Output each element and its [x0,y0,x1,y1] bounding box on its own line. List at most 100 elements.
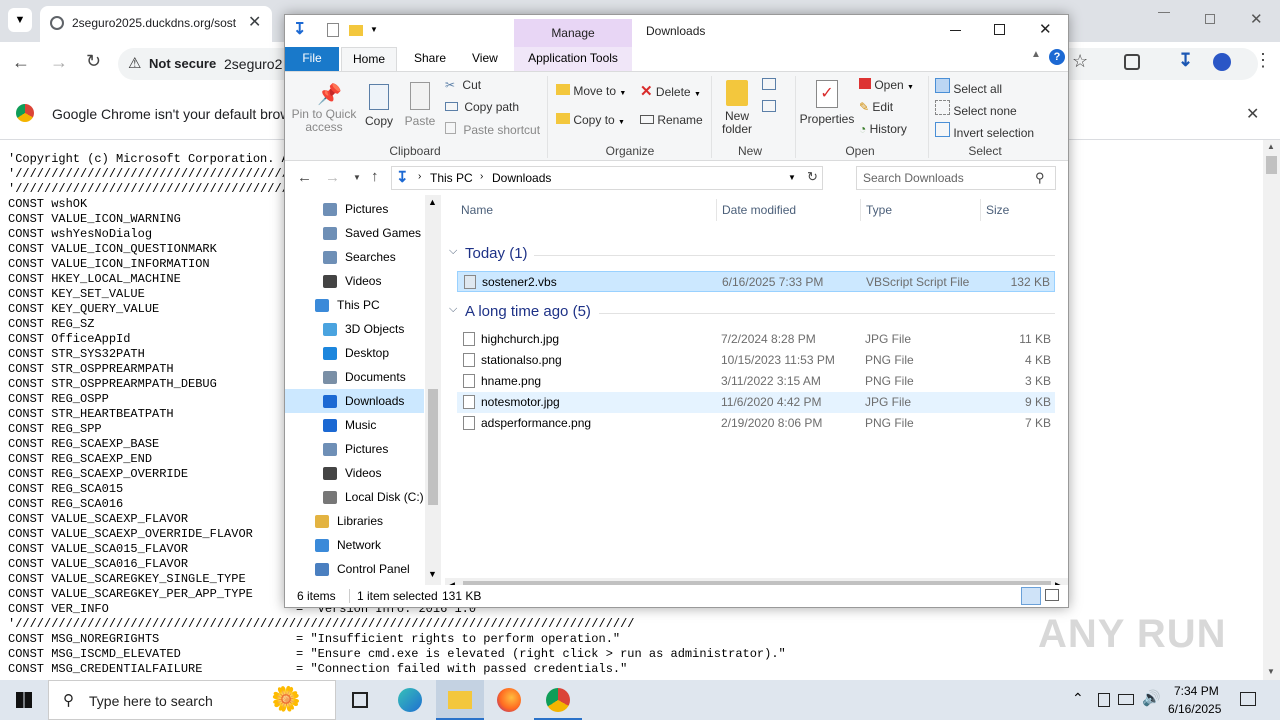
file-row[interactable]: highchurch.jpg 7/2/2024 8:28 PM JPG File 11… [457,329,1055,350]
column-name[interactable]: Name [461,203,493,217]
page-scrollbar[interactable]: ▲ ▼ [1263,140,1280,680]
ribbon-collapse-icon[interactable]: ▲ [1031,49,1041,60]
nav-item[interactable]: Downloads [285,389,424,413]
edit-button[interactable]: ✎ Edit [859,100,893,114]
edge-icon[interactable] [398,688,422,712]
profile-avatar[interactable] [1213,53,1231,71]
taskbar-search[interactable]: ⚲ Type here to search 🌼 [48,680,336,720]
explorer-minimize-icon[interactable] [950,30,961,31]
nav-item[interactable]: Videos [285,269,424,293]
tab-view[interactable]: View [472,51,498,65]
forward-icon[interactable]: → [50,52,68,73]
new-item-icon[interactable] [762,78,776,90]
breadcrumb-this-pc[interactable]: This PC [430,171,473,185]
menu-icon[interactable]: ⋮ [1254,50,1272,71]
nav-item[interactable]: Music [285,413,424,437]
file-group-header[interactable]: ⌵ A long time ago (5) [449,303,1055,323]
copy-button[interactable]: Copy [361,80,397,144]
explorer-close-icon[interactable]: ✕ [1039,20,1052,38]
pin-quick-access-button[interactable]: 📌 Pin to Quick access [289,80,359,144]
nav-item[interactable]: This PC [285,293,424,317]
scroll-up-icon[interactable]: ▲ [1267,142,1275,151]
search-input[interactable]: Search Downloads [863,171,964,185]
infobar-close-icon[interactable]: ✕ [1246,104,1259,124]
search-icon[interactable]: ⚲ [1035,170,1045,186]
clock-time[interactable]: 7:34 PM [1174,684,1219,698]
nav-item[interactable]: Desktop [285,341,424,365]
nav-item[interactable]: Network [285,533,424,557]
notification-icon[interactable] [1240,692,1256,706]
network-icon[interactable] [1098,693,1110,707]
nav-item[interactable]: Pictures [285,197,424,221]
file-row[interactable]: notesmotor.jpg 11/6/2020 4:42 PM JPG File 9… [457,392,1055,413]
nav-forward-icon[interactable]: → [325,169,340,186]
history-button[interactable]: ◔ History [859,122,907,136]
help-icon[interactable]: ? [1049,49,1065,65]
download-icon[interactable]: ↧ [1178,50,1193,71]
scroll-thumb[interactable] [1266,156,1277,174]
large-icons-view-icon[interactable] [1045,589,1059,601]
file-row[interactable]: hname.png 3/11/2022 3:15 AM PNG File 3 KB [457,371,1055,392]
search-box[interactable]: Search Downloads ⚲ [856,166,1056,190]
file-explorer-taskbar-button[interactable] [436,680,484,720]
rename-button[interactable]: Rename [640,113,703,127]
cut-button[interactable]: ✂ Cut [445,78,481,92]
nav-scroll-thumb[interactable] [428,389,438,505]
volume-icon[interactable]: 🔊 [1142,689,1161,707]
move-to-button[interactable]: Move to ▼ [556,84,626,98]
properties-button[interactable]: ✓ Properties [799,78,855,126]
tab-share[interactable]: Share [414,51,446,65]
properties-qat-icon[interactable] [327,23,339,37]
url-text[interactable]: 2seguro2 [224,56,282,72]
nav-scrollbar[interactable]: ▲ ▼ [425,195,441,585]
file-row[interactable]: adsperformance.png 2/19/2020 8:06 PM PNG F… [457,413,1055,434]
delete-button[interactable]: ✕ Delete ▼ [640,82,701,100]
quick-access-download-icon[interactable]: ↧ [293,19,306,39]
nav-scroll-down-icon[interactable]: ▼ [428,569,437,579]
extensions-icon[interactable] [1124,54,1140,70]
breadcrumb[interactable]: ↧ › This PC › Downloads ▼ ↻ [391,166,823,190]
task-view-icon[interactable] [352,692,368,708]
nav-item[interactable]: Pictures [285,437,424,461]
nav-item[interactable]: Local Disk (C:) [285,485,424,509]
address-dropdown-icon[interactable]: ▼ [788,173,796,182]
folder-qat-icon[interactable] [349,25,363,36]
refresh-icon[interactable]: ↻ [807,169,818,185]
network-status-icon[interactable] [1118,694,1134,705]
tab-application-tools[interactable]: Application Tools [514,47,632,71]
invert-selection-button[interactable]: Invert selection [935,122,1034,140]
start-button[interactable] [0,680,48,720]
reload-icon[interactable]: ↻ [86,51,101,72]
explorer-maximize-icon[interactable] [994,24,1005,35]
tab-search-button[interactable]: ▼ [8,8,32,32]
qat-dropdown-icon[interactable]: ▼ [370,25,378,34]
file-row[interactable]: sostener2.vbs 6/16/2025 7:33 PM VBScript S… [457,271,1055,292]
copy-to-button[interactable]: Copy to ▼ [556,113,625,127]
file-group-header[interactable]: ⌵ Today (1) [449,245,1055,265]
clock-date[interactable]: 6/16/2025 [1168,702,1221,716]
details-view-icon[interactable] [1021,587,1041,605]
nav-item[interactable]: Videos [285,461,424,485]
breadcrumb-downloads[interactable]: Downloads [492,171,551,185]
tab-close-icon[interactable]: ✕ [248,12,261,32]
chrome-taskbar-button[interactable] [534,680,582,720]
new-folder-button[interactable]: New folder [717,78,757,136]
nav-item[interactable]: Searches [285,245,424,269]
up-icon[interactable]: ↑ [371,168,379,185]
back-icon[interactable]: ← [12,52,30,73]
column-type[interactable]: Type [866,203,892,217]
minimize-icon[interactable] [1158,12,1170,13]
nav-item[interactable]: Control Panel [285,557,424,581]
close-icon[interactable]: ✕ [1250,10,1263,28]
tab-home[interactable]: Home [341,47,397,72]
paste-shortcut-button[interactable]: Paste shortcut [445,122,540,137]
browser-tab[interactable]: 2seguro2025.duckdns.org/sost ✕ [40,6,272,42]
firefox-icon[interactable] [497,688,521,712]
open-button[interactable]: Open ▼ [859,78,914,92]
nav-back-icon[interactable]: ← [297,169,312,186]
tab-file[interactable]: File [285,47,339,71]
restore-icon[interactable] [1205,14,1215,24]
column-date[interactable]: Date modified [722,203,796,217]
file-row[interactable]: stationalso.png 10/15/2023 11:53 PM PNG Fi… [457,350,1055,371]
nav-item[interactable]: Documents [285,365,424,389]
